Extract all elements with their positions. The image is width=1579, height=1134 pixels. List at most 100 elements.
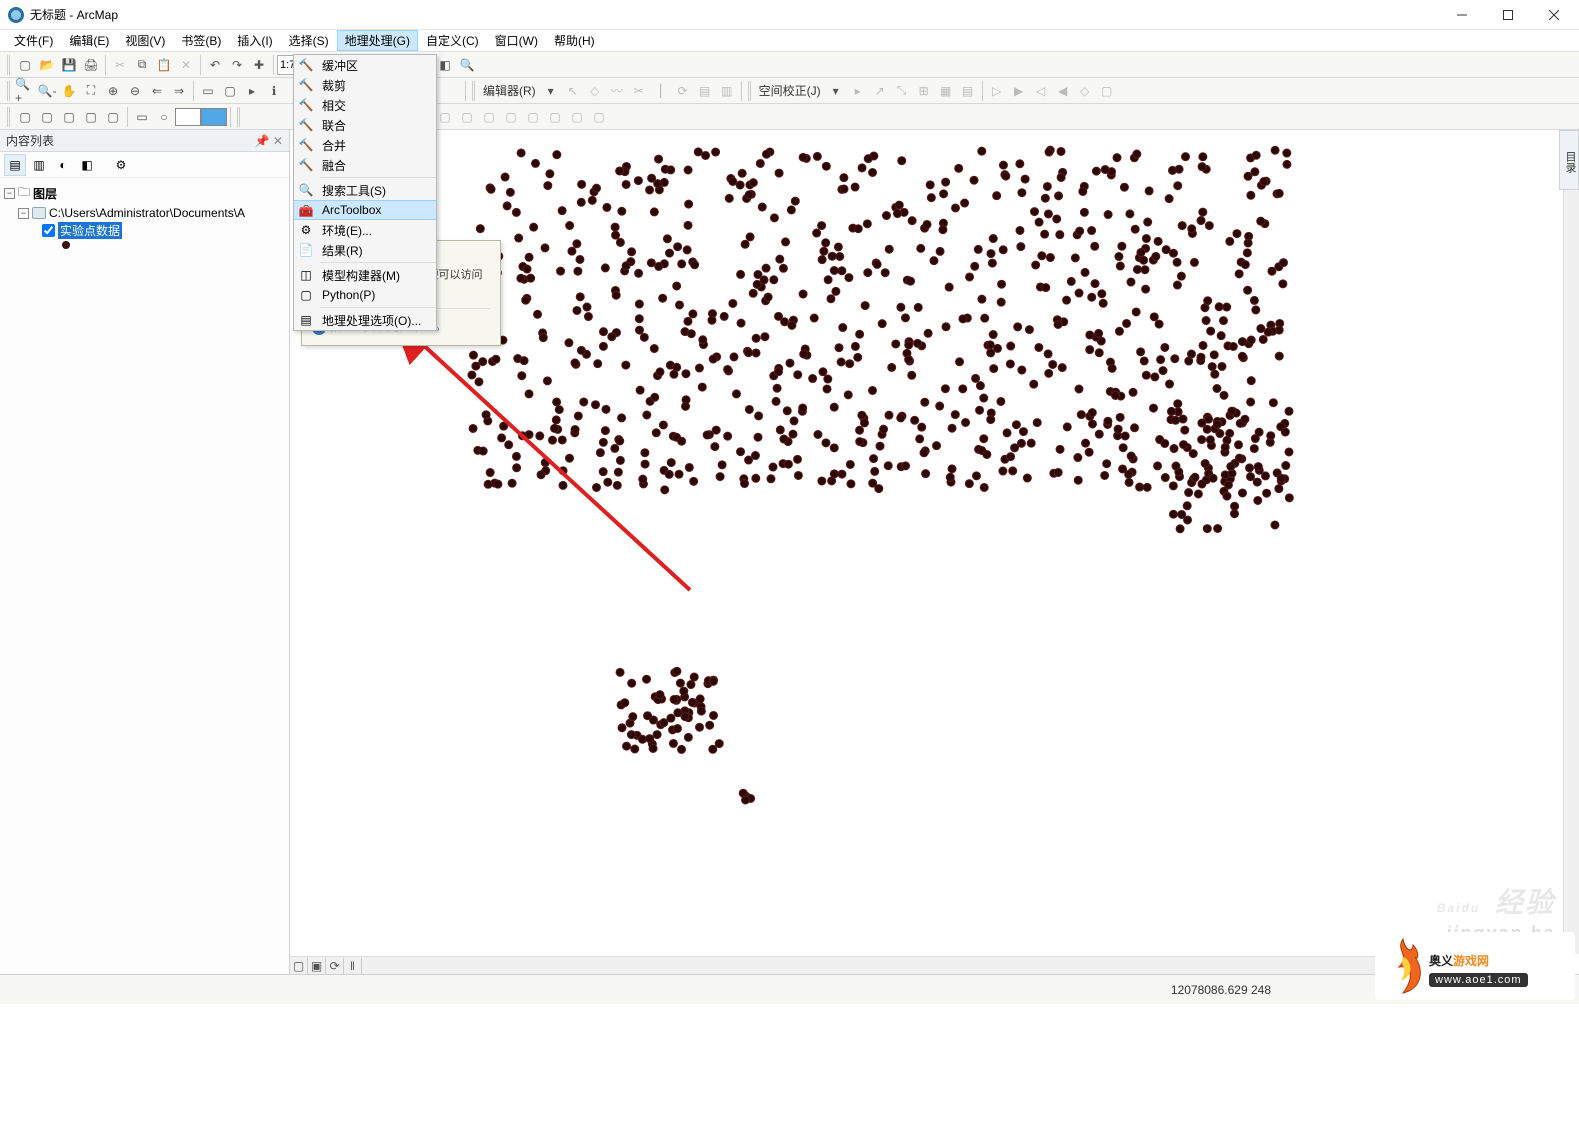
menu-item-相交[interactable]: 🔨相交 [294,95,436,115]
point-symbol[interactable] [62,241,70,249]
attributes-icon[interactable]: ▤ [694,80,716,102]
fixed-zoom-in-icon[interactable]: ⊕ [102,80,124,102]
tb-icon[interactable]: ▢ [434,106,456,128]
menu-item-裁剪[interactable]: 🔨裁剪 [294,75,436,95]
tb-icon[interactable]: ▢ [456,106,478,128]
identity-link-icon[interactable]: ⊞ [913,80,935,102]
layer5-icon[interactable]: ▢ [102,106,124,128]
minimize-button[interactable] [1439,0,1485,30]
new-icon[interactable]: ▢ [14,54,36,76]
cut-icon[interactable]: ✂ [109,54,131,76]
redo-icon[interactable]: ↷ [226,54,248,76]
maximize-button[interactable] [1485,0,1531,30]
menu-视图[interactable]: 视图(V) [117,30,173,51]
toolbar-grip[interactable] [236,107,242,127]
toolbar-grip[interactable] [471,81,477,101]
list-by-drawing-order-icon[interactable]: ▤ [4,154,26,176]
search-icon[interactable]: 🔍 [456,54,478,76]
sketch-props-icon[interactable]: ▥ [716,80,738,102]
menu-item-融合[interactable]: 🔨融合 [294,155,436,175]
layer-visibility-checkbox[interactable] [42,224,55,237]
cut-polygons-icon[interactable]: ✂ [628,80,650,102]
vertical-scrollbar[interactable] [1563,130,1579,954]
refresh-icon[interactable]: ⟳ [326,958,344,974]
menu-帮助[interactable]: 帮助(H) [546,30,603,51]
select-elements-icon[interactable]: ▸ [241,80,263,102]
menu-item-合并[interactable]: 🔨合并 [294,135,436,155]
georef4-icon[interactable]: ◀ [1052,80,1074,102]
horizontal-scrollbar[interactable]: ▢ ▣ ⟳ ‖ [290,956,1563,974]
layer1-icon[interactable]: ▢ [14,106,36,128]
menu-地理处理[interactable]: 地理处理(G) [337,30,418,51]
edit-tool-icon[interactable]: ↖ [562,80,584,102]
tb-icon[interactable]: ▢ [500,106,522,128]
menu-插入[interactable]: 插入(I) [229,30,280,51]
prev-extent-icon[interactable]: ⇐ [146,80,168,102]
menu-item-联合[interactable]: 🔨联合 [294,115,436,135]
link-table-icon[interactable]: ▤ [957,80,979,102]
menu-书签[interactable]: 书签(B) [173,30,229,51]
add-data-icon[interactable]: ✚ [248,54,270,76]
edit-vertices-icon[interactable]: ◇ [584,80,606,102]
toc-tree[interactable]: −🗀 图层 − C:\Users\Administrator\Documents… [0,178,289,254]
spatial-adj-dropdown-icon[interactable]: ▾ [825,80,847,102]
collapse-icon[interactable]: − [18,208,29,219]
pan-icon[interactable]: ✋ [58,80,80,102]
menu-窗口[interactable]: 窗口(W) [487,30,546,51]
georef6-icon[interactable]: ▢ [1096,80,1118,102]
editor-dropdown-icon[interactable]: ▾ [540,80,562,102]
menu-item-地理处理选项(O)...[interactable]: ▤地理处理选项(O)... [294,310,436,330]
undo-icon[interactable]: ↶ [204,54,226,76]
rotate-icon[interactable]: ⟳ [672,80,694,102]
options-icon[interactable]: ⚙ [110,154,132,176]
fixed-zoom-out-icon[interactable]: ⊖ [124,80,146,102]
tb-icon[interactable]: ▢ [566,106,588,128]
split-icon[interactable]: ⎮ [650,80,672,102]
menu-文件[interactable]: 文件(F) [6,30,61,51]
clear-selection-icon[interactable]: ▢ [219,80,241,102]
data-view-icon[interactable]: ▢ [290,958,308,974]
tb-icon[interactable]: ▢ [588,106,610,128]
toolbar-grip[interactable] [747,81,753,101]
editor-menu[interactable]: 编辑器(R) [479,82,540,99]
layer-name[interactable]: 实验点数据 [58,222,122,239]
fill-color-swatch[interactable] [175,108,201,126]
line-color-swatch[interactable] [201,108,227,126]
layer4-icon[interactable]: ▢ [80,106,102,128]
menu-item-缓冲区[interactable]: 🔨缓冲区 [294,55,436,75]
menu-编辑[interactable]: 编辑(E) [61,30,117,51]
tb-icon[interactable]: ▢ [522,106,544,128]
delete-icon[interactable]: ✕ [175,54,197,76]
georef2-icon[interactable]: ▶ [1008,80,1030,102]
next-extent-icon[interactable]: ⇒ [168,80,190,102]
toolbar-grip[interactable] [6,81,12,101]
layer3-icon[interactable]: ▢ [58,106,80,128]
edge-match-icon[interactable]: ▦ [935,80,957,102]
copy-icon[interactable]: ⧉ [131,54,153,76]
collapse-icon[interactable]: − [4,188,15,199]
layout-view-icon[interactable]: ▣ [308,958,326,974]
georef3-icon[interactable]: ◁ [1030,80,1052,102]
menu-item-模型构建器(M)[interactable]: ◫模型构建器(M) [294,265,436,285]
draw-rectangle-icon[interactable]: ▭ [131,106,153,128]
list-by-source-icon[interactable]: ▥ [28,154,50,176]
menu-item-结果(R)[interactable]: 📄结果(R) [294,240,436,260]
select-icon[interactable]: ▸ [847,80,869,102]
tb-icon[interactable]: ▢ [478,106,500,128]
layers-root[interactable]: 图层 [33,185,57,202]
list-by-selection-icon[interactable]: ◧ [76,154,98,176]
tb-icon[interactable]: ▢ [544,106,566,128]
toolbar-grip[interactable] [6,55,12,75]
print-icon[interactable]: 🖨 [80,54,102,76]
georef5-icon[interactable]: ◇ [1074,80,1096,102]
list-by-visibility-icon[interactable]: ◐ [52,154,74,176]
menu-item-Python(P)[interactable]: ▢Python(P) [294,285,436,305]
identify-icon[interactable]: ℹ [263,80,285,102]
displacement-link-icon[interactable]: ↗ [869,80,891,102]
menu-item-搜索工具(S)[interactable]: 🔍搜索工具(S) [294,180,436,200]
zoom-in-icon[interactable]: 🔍+ [14,80,36,102]
toolbar-grip[interactable] [6,107,12,127]
spatial-adjustment-menu[interactable]: 空间校正(J) [755,82,825,99]
open-icon[interactable]: 📂 [36,54,58,76]
menu-选择[interactable]: 选择(S) [281,30,337,51]
